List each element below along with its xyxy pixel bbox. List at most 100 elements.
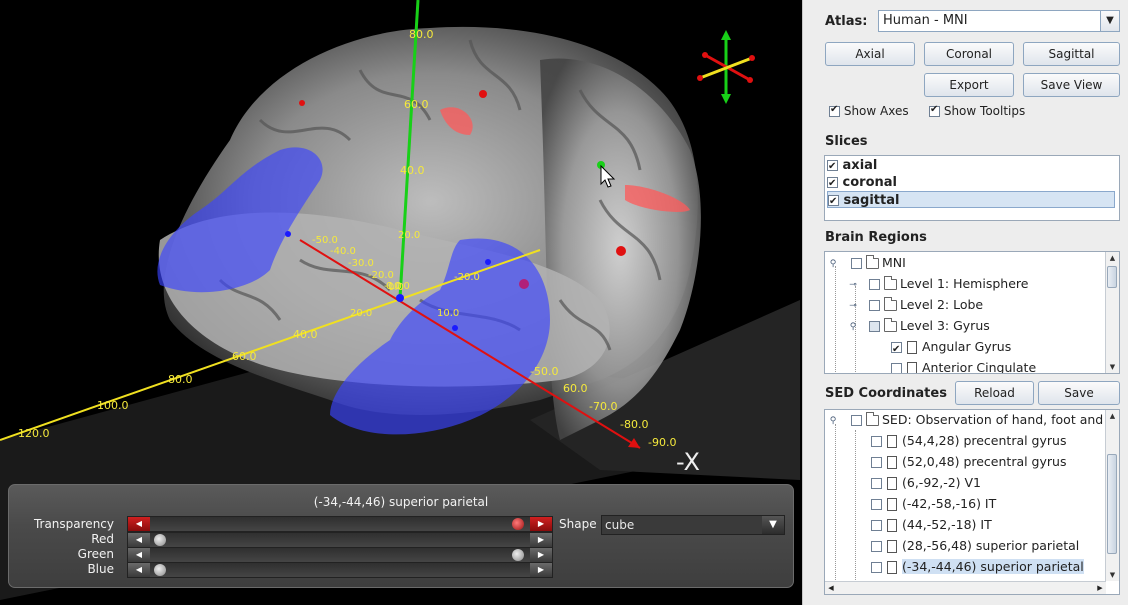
document-icon (887, 498, 897, 511)
regions-scrollbar[interactable]: ▲ ▼ (1105, 252, 1119, 373)
scroll-thumb[interactable] (1107, 454, 1117, 554)
save-view-button[interactable]: Save View (1023, 73, 1120, 97)
axial-button[interactable]: Axial (825, 42, 915, 66)
sed-item[interactable]: (28,-56,48) superior parietal (871, 536, 1079, 556)
region-checkbox[interactable] (891, 363, 902, 373)
slices-header: Slices (825, 134, 868, 149)
slider-left-arrow-icon[interactable]: ◀ (128, 548, 150, 562)
region-checkbox[interactable] (868, 321, 880, 332)
sed-checkbox[interactable] (871, 562, 882, 573)
sed-root-item[interactable]: ⚲ SED: Observation of hand, foot and (827, 410, 1103, 430)
green-slider[interactable]: ◀ ▶ (127, 547, 553, 563)
sed-item-label: (-42,-58,-16) IT (902, 496, 997, 511)
side-panel: Atlas: Human - MNI ▼ Axial Coronal Sagit… (802, 0, 1128, 605)
sed-item[interactable]: (52,0,48) precentral gyrus (871, 452, 1066, 472)
region-checkbox[interactable] (868, 300, 880, 311)
show-tooltips-option[interactable]: Show Tooltips (929, 104, 1025, 118)
slider-right-arrow-icon[interactable]: ▶ (530, 563, 552, 577)
sed-root-label: SED: Observation of hand, foot and (881, 412, 1104, 427)
sed-vertical-scrollbar[interactable]: ▲ ▼ (1105, 410, 1119, 581)
slider-right-arrow-icon[interactable]: ▶ (530, 533, 552, 547)
slice-checkbox[interactable] (827, 175, 838, 192)
slice-row-coronal[interactable]: coronal (827, 174, 1115, 192)
scroll-thumb[interactable] (1107, 266, 1117, 288)
tree-item-gyrus[interactable]: ⚲ Level 3: Gyrus (847, 316, 990, 336)
show-axes-checkbox[interactable] (829, 104, 840, 117)
expand-toggle-icon[interactable]: ⚲ (827, 254, 839, 274)
sed-item-label: (52,0,48) precentral gyrus (902, 454, 1067, 469)
slice-checkbox[interactable] (827, 158, 838, 175)
marker-blue (452, 325, 458, 331)
transparency-slider[interactable]: ◀ ▶ (127, 516, 553, 532)
slider-knob[interactable] (154, 564, 166, 576)
chevron-down-icon[interactable]: ▼ (762, 516, 784, 534)
sed-checkbox[interactable] (871, 457, 882, 468)
expand-toggle-icon[interactable]: ⊸ (847, 296, 859, 316)
red-slider[interactable]: ◀ ▶ (127, 532, 553, 548)
show-tooltips-checkbox[interactable] (929, 104, 940, 117)
sed-item[interactable]: (-42,-58,-16) IT (871, 494, 996, 514)
scroll-down-icon[interactable]: ▼ (1106, 361, 1119, 373)
sed-item[interactable]: (44,-52,-18) IT (871, 515, 992, 535)
slider-right-arrow-icon[interactable]: ▶ (530, 548, 552, 562)
y-axis-tick: 20.0 (398, 230, 420, 241)
tree-item-mni[interactable]: ⚲ MNI (827, 253, 906, 273)
shape-label: Shape (559, 517, 597, 531)
z-axis-tick: 120.0 (18, 427, 50, 440)
coronal-button[interactable]: Coronal (924, 42, 1014, 66)
tree-item-hemisphere[interactable]: ⊸ Level 1: Hemisphere (847, 274, 1028, 294)
shape-dropdown[interactable]: cube ▼ (601, 515, 785, 535)
scroll-left-icon[interactable]: ◀ (825, 582, 837, 594)
reload-button[interactable]: Reload (955, 381, 1034, 405)
sed-checkbox[interactable] (871, 478, 882, 489)
sed-checkbox[interactable] (871, 436, 882, 447)
chevron-down-icon[interactable]: ▼ (1100, 11, 1119, 31)
x-axis-tick: -50.0 (530, 365, 558, 378)
slider-right-arrow-icon[interactable]: ▶ (530, 517, 552, 531)
slice-checkbox[interactable] (828, 193, 839, 210)
save-button[interactable]: Save (1038, 381, 1120, 405)
slice-row-axial[interactable]: axial (827, 157, 1115, 175)
scroll-right-icon[interactable]: ▶ (1094, 582, 1106, 594)
sed-item-selected[interactable]: (-34,-44,46) superior parietal (871, 557, 1084, 577)
expand-toggle-icon[interactable]: ⚲ (827, 411, 839, 431)
document-icon (887, 519, 897, 532)
sagittal-button[interactable]: Sagittal (1023, 42, 1120, 66)
sed-horizontal-scrollbar[interactable]: ◀ ▶ (825, 581, 1106, 594)
expand-toggle-icon[interactable]: ⚲ (847, 317, 859, 337)
tree-item-lobe[interactable]: ⊸ Level 2: Lobe (847, 295, 983, 315)
slider-left-arrow-icon[interactable]: ◀ (128, 533, 150, 547)
document-icon (887, 456, 897, 469)
blue-slider[interactable]: ◀ ▶ (127, 562, 553, 578)
tree-item-anterior-cingulate[interactable]: Anterior Cingulate (891, 358, 1036, 373)
expand-toggle-icon[interactable]: ⊸ (847, 275, 859, 295)
slice-row-sagittal[interactable]: sagittal (827, 191, 1115, 210)
slider-left-arrow-icon[interactable]: ◀ (128, 563, 150, 577)
tree-item-label: Level 1: Hemisphere (899, 276, 1029, 291)
region-checkbox[interactable] (891, 340, 902, 360)
tree-item-angular-gyrus[interactable]: Angular Gyrus (891, 337, 1012, 360)
document-icon (887, 435, 897, 448)
scroll-up-icon[interactable]: ▲ (1106, 410, 1119, 422)
slider-knob[interactable] (512, 518, 524, 530)
scroll-up-icon[interactable]: ▲ (1106, 252, 1119, 264)
sed-checkbox[interactable] (871, 520, 882, 531)
export-button[interactable]: Export (924, 73, 1014, 97)
show-axes-option[interactable]: Show Axes (829, 104, 909, 118)
folder-icon (883, 276, 897, 290)
slider-knob[interactable] (154, 534, 166, 546)
region-checkbox[interactable] (850, 258, 862, 269)
slider-left-arrow-icon[interactable]: ◀ (128, 517, 150, 531)
sed-checkbox[interactable] (850, 415, 862, 426)
sed-item[interactable]: (54,4,28) precentral gyrus (871, 431, 1066, 451)
brain-3d-viewport[interactable]: 80.0 60.0 40.0 20.0 0.0 120.0 100.0 80.0… (0, 0, 802, 605)
scroll-down-icon[interactable]: ▼ (1106, 569, 1119, 581)
y-axis-tick: 60.0 (404, 98, 429, 111)
sed-checkbox[interactable] (871, 499, 882, 510)
sed-checkbox[interactable] (871, 541, 882, 552)
sed-item[interactable]: (6,-92,-2) V1 (871, 473, 981, 493)
tree-item-label: Angular Gyrus (922, 339, 1012, 354)
region-checkbox[interactable] (868, 279, 880, 290)
slider-knob[interactable] (512, 549, 524, 561)
atlas-dropdown[interactable]: Human - MNI ▼ (878, 10, 1120, 32)
